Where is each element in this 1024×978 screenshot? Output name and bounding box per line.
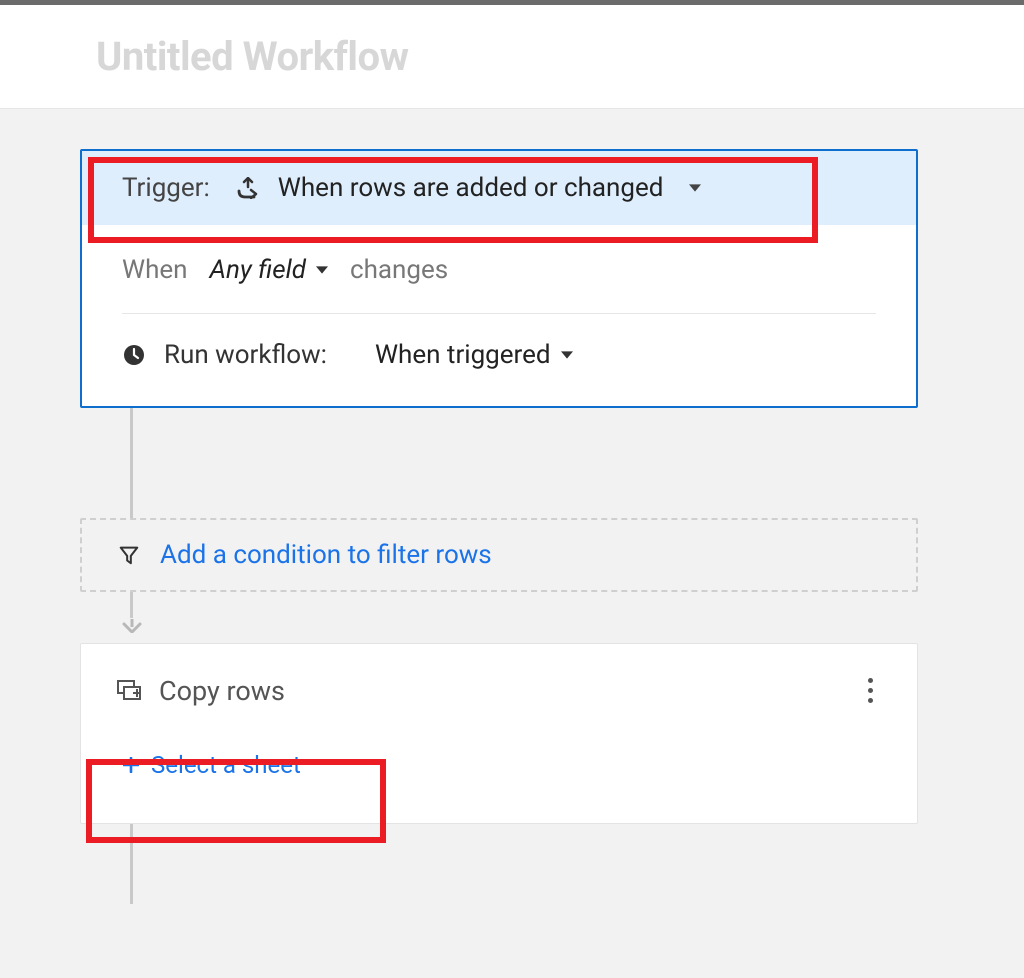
action-header: Copy rows (81, 644, 917, 731)
run-workflow-row: Run workflow: When triggered (122, 314, 876, 396)
action-card: Copy rows Select a sheet (80, 643, 918, 824)
trigger-header[interactable]: Trigger: When rows are added or changed (82, 151, 916, 225)
connector-line (130, 592, 133, 618)
connector-line (130, 824, 133, 904)
trigger-label: Trigger: (122, 173, 210, 203)
arrow-down-icon (122, 619, 142, 633)
select-sheet-label: Select a sheet (151, 751, 301, 779)
trigger-card: Trigger: When rows are added or changed (80, 149, 918, 408)
plus-icon (123, 757, 139, 773)
condition-placeholder[interactable]: Add a condition to filter rows (80, 518, 918, 592)
add-condition-link[interactable]: Add a condition to filter rows (160, 540, 492, 570)
trigger-type-icon (236, 177, 260, 199)
clock-icon (122, 343, 146, 367)
workflow-canvas: Trigger: When rows are added or changed (0, 108, 1024, 978)
run-workflow-value: When triggered (375, 340, 551, 370)
page-header: Untitled Workflow (0, 5, 1024, 108)
when-label: When (122, 255, 188, 285)
chevron-down-icon (316, 264, 328, 276)
workflow-title[interactable]: Untitled Workflow (96, 33, 1024, 80)
select-sheet-button[interactable]: Select a sheet (117, 741, 307, 789)
chevron-down-icon (561, 349, 573, 361)
trigger-value: When rows are added or changed (278, 173, 664, 203)
run-workflow-selector[interactable]: When triggered (375, 340, 573, 370)
trigger-when-row: When Any field changes (122, 255, 876, 314)
action-title: Copy rows (159, 675, 285, 707)
filter-icon (118, 544, 140, 566)
connector-line (130, 408, 133, 518)
chevron-down-icon[interactable] (689, 182, 701, 194)
changes-label: changes (350, 255, 448, 285)
action-menu-button[interactable] (860, 674, 881, 707)
copy-rows-icon (117, 680, 143, 702)
trigger-body: When Any field changes (82, 225, 916, 406)
field-selector[interactable]: Any field (210, 255, 328, 285)
field-selector-value: Any field (210, 255, 306, 285)
run-workflow-label: Run workflow: (164, 340, 327, 370)
